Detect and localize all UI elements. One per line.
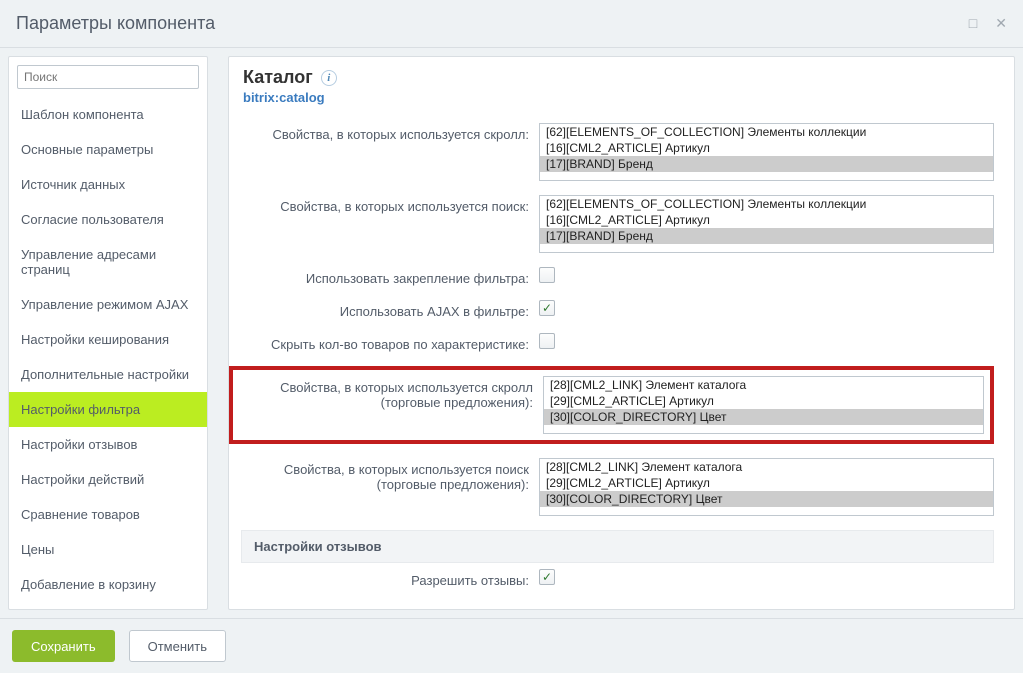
sidebar-item[interactable]: Настройки отзывов	[9, 427, 207, 462]
sidebar-item[interactable]: Настройки действий	[9, 462, 207, 497]
list-option[interactable]: [16][CML2_ARTICLE] Артикул	[540, 140, 993, 156]
list-option[interactable]: [17][BRAND] Бренд	[540, 156, 993, 172]
label-scroll-offers: Свойства, в которых используется скролл …	[233, 376, 543, 410]
multiselect-search-offers[interactable]: [28][CML2_LINK] Элемент каталога[29][CML…	[539, 458, 994, 516]
sidebar-item[interactable]: Добавление в корзину	[9, 567, 207, 602]
list-option[interactable]: [28][CML2_LINK] Элемент каталога	[540, 459, 993, 475]
row-search-props: Свойства, в которых используется поиск: …	[229, 195, 1000, 253]
search-wrap	[9, 57, 207, 97]
label-pin-filter: Использовать закрепление фильтра:	[229, 267, 539, 286]
row-pin-filter: Использовать закрепление фильтра:	[229, 267, 1000, 286]
close-icon[interactable]: ✕	[995, 15, 1007, 32]
multiselect-search-props[interactable]: [62][ELEMENTS_OF_COLLECTION] Элементы ко…	[539, 195, 994, 253]
sidebar-menu[interactable]: Шаблон компонентаОсновные параметрыИсточ…	[9, 97, 207, 609]
list-option[interactable]: [62][ELEMENTS_OF_COLLECTION] Элементы ко…	[540, 196, 993, 212]
list-option[interactable]: [62][ELEMENTS_OF_COLLECTION] Элементы ко…	[540, 124, 993, 140]
form-scroll-area[interactable]: Свойства, в которых используется скролл:…	[229, 117, 1014, 609]
sidebar-item[interactable]: Настройки поиска	[9, 602, 207, 609]
content-pane: Каталог i bitrix:catalog Свойства, в кот…	[228, 56, 1015, 610]
multiselect-scroll-offers[interactable]: [28][CML2_LINK] Элемент каталога[29][CML…	[543, 376, 984, 434]
label-allow-reviews: Разрешить отзывы:	[229, 569, 539, 588]
row-scroll-offers: Свойства, в которых используется скролл …	[233, 376, 990, 434]
list-option[interactable]: [30][COLOR_DIRECTORY] Цвет	[544, 409, 983, 425]
row-allow-reviews: Разрешить отзывы:	[229, 569, 1000, 588]
checkbox-ajax-filter[interactable]	[539, 300, 555, 316]
sidebar-item[interactable]: Настройки фильтра	[9, 392, 207, 427]
sidebar-item[interactable]: Основные параметры	[9, 132, 207, 167]
dialog-title: Параметры компонента	[16, 13, 215, 34]
list-option[interactable]: [17][BRAND] Бренд	[540, 228, 993, 244]
list-option[interactable]: [29][CML2_ARTICLE] Артикул	[544, 393, 983, 409]
component-params-dialog: Параметры компонента □ ✕ Шаблон компонен…	[0, 0, 1023, 673]
content-head: Каталог i bitrix:catalog	[229, 57, 1014, 117]
list-option[interactable]: [28][CML2_LINK] Элемент каталога	[544, 377, 983, 393]
sidebar-item[interactable]: Управление режимом AJAX	[9, 287, 207, 322]
dialog-footer: Сохранить Отменить	[0, 618, 1023, 673]
row-scroll-props: Свойства, в которых используется скролл:…	[229, 123, 1000, 181]
sidebar: Шаблон компонентаОсновные параметрыИсточ…	[8, 56, 208, 610]
section-header-reviews: Настройки отзывов	[241, 530, 994, 563]
sidebar-item[interactable]: Источник данных	[9, 167, 207, 202]
sidebar-item[interactable]: Настройки кеширования	[9, 322, 207, 357]
row-ajax-filter: Использовать AJAX в фильтре:	[229, 300, 1000, 319]
label-scroll-props: Свойства, в которых используется скролл:	[229, 123, 539, 142]
list-option[interactable]: [29][CML2_ARTICLE] Артикул	[540, 475, 993, 491]
cancel-button[interactable]: Отменить	[129, 630, 226, 662]
window-controls: □ ✕	[969, 15, 1007, 32]
list-option[interactable]: [16][CML2_ARTICLE] Артикул	[540, 212, 993, 228]
sidebar-item[interactable]: Дополнительные настройки	[9, 357, 207, 392]
component-id: bitrix:catalog	[243, 90, 1000, 105]
label-search-offers: Свойства, в которых используется поиск (…	[229, 458, 539, 492]
highlight-scroll-offers: Свойства, в которых используется скролл …	[229, 366, 994, 444]
info-icon[interactable]: i	[321, 70, 337, 86]
sidebar-item[interactable]: Управление адресами страниц	[9, 237, 207, 287]
save-button[interactable]: Сохранить	[12, 630, 115, 662]
multiselect-scroll-props[interactable]: [62][ELEMENTS_OF_COLLECTION] Элементы ко…	[539, 123, 994, 181]
label-ajax-filter: Использовать AJAX в фильтре:	[229, 300, 539, 319]
row-search-offers: Свойства, в которых используется поиск (…	[229, 458, 1000, 516]
sidebar-item[interactable]: Шаблон компонента	[9, 97, 207, 132]
sidebar-item[interactable]: Сравнение товаров	[9, 497, 207, 532]
page-title: Каталог	[243, 67, 313, 88]
maximize-icon[interactable]: □	[969, 15, 977, 32]
search-input[interactable]	[17, 65, 199, 89]
checkbox-pin-filter[interactable]	[539, 267, 555, 283]
sidebar-item[interactable]: Согласие пользователя	[9, 202, 207, 237]
list-option[interactable]: [30][COLOR_DIRECTORY] Цвет	[540, 491, 993, 507]
checkbox-hide-count[interactable]	[539, 333, 555, 349]
dialog-body: Шаблон компонентаОсновные параметрыИсточ…	[0, 48, 1023, 618]
checkbox-allow-reviews[interactable]	[539, 569, 555, 585]
title-bar: Параметры компонента □ ✕	[0, 0, 1023, 48]
label-search-props: Свойства, в которых используется поиск:	[229, 195, 539, 214]
sidebar-item[interactable]: Цены	[9, 532, 207, 567]
label-hide-count: Скрыть кол-во товаров по характеристике:	[229, 333, 539, 352]
row-hide-count: Скрыть кол-во товаров по характеристике:	[229, 333, 1000, 352]
